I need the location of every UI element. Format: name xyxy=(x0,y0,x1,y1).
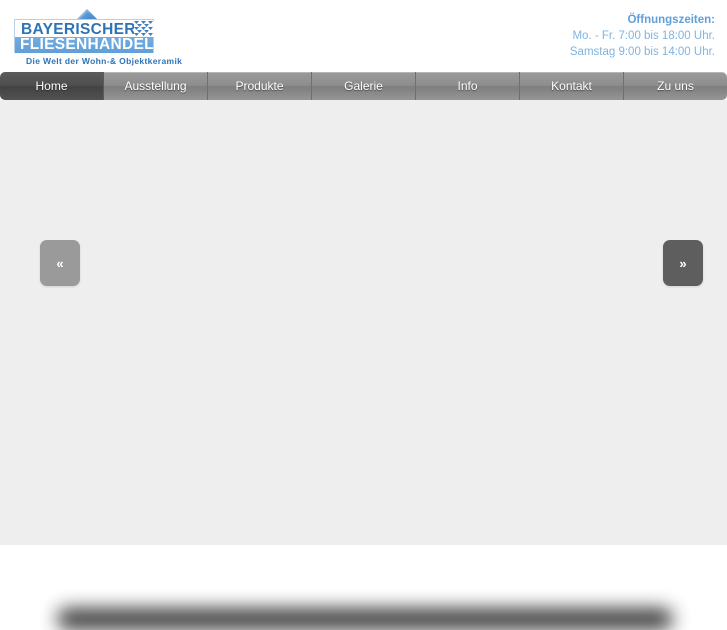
slider-next-button[interactable]: » xyxy=(663,240,703,286)
logo-line-2: FLIESENHANDEL xyxy=(20,36,154,53)
page-content: « » xyxy=(0,100,727,630)
nav-item-label: Ausstellung xyxy=(124,79,187,93)
nav-item-label: Home xyxy=(35,79,68,93)
site-header: BAYERISCHER FLIESENHANDEL Die Welt der W… xyxy=(0,0,727,72)
nav-item-label: Info xyxy=(457,79,478,93)
nav-item-ausstellung[interactable]: Ausstellung xyxy=(104,72,208,100)
site-logo[interactable]: BAYERISCHER FLIESENHANDEL Die Welt der W… xyxy=(14,6,182,68)
nav-item-info[interactable]: Info xyxy=(416,72,520,100)
nav-item-label: Produkte xyxy=(235,79,284,93)
chevron-double-right-icon: » xyxy=(679,255,687,271)
nav-item-label: Galerie xyxy=(344,79,383,93)
opening-hours-line-saturday: Samstag 9:00 bis 14:00 Uhr. xyxy=(569,46,715,58)
nav-item-home[interactable]: Home xyxy=(0,72,104,100)
nav-item-produkte[interactable]: Produkte xyxy=(208,72,312,100)
image-slider: « » xyxy=(0,100,727,505)
logo-tagline: Die Welt der Wohn-& Objektkeramik xyxy=(26,56,183,66)
slider-drop-shadow xyxy=(57,608,673,630)
nav-item-kontakt[interactable]: Kontakt xyxy=(520,72,624,100)
nav-item-galerie[interactable]: Galerie xyxy=(312,72,416,100)
chevron-double-left-icon: « xyxy=(56,255,64,271)
opening-hours: Öffnungszeiten: Mo. - Fr. 7:00 bis 18:00… xyxy=(570,12,715,60)
main-navigation: Home Ausstellung Produkte Galerie Info K… xyxy=(0,72,727,100)
page-root: BAYERISCHER FLIESENHANDEL Die Welt der W… xyxy=(0,0,727,630)
slider-prev-button[interactable]: « xyxy=(40,240,80,286)
nav-item-label: Zu uns xyxy=(657,79,694,93)
bavarian-lozenge-icon xyxy=(134,21,154,37)
nav-item-zu-uns[interactable]: Zu uns xyxy=(624,72,727,100)
nav-item-label: Kontakt xyxy=(551,79,592,93)
opening-hours-line-weekday: Mo. - Fr. 7:00 bis 18:00 Uhr. xyxy=(572,30,715,42)
opening-hours-title: Öffnungszeiten: xyxy=(627,14,715,26)
